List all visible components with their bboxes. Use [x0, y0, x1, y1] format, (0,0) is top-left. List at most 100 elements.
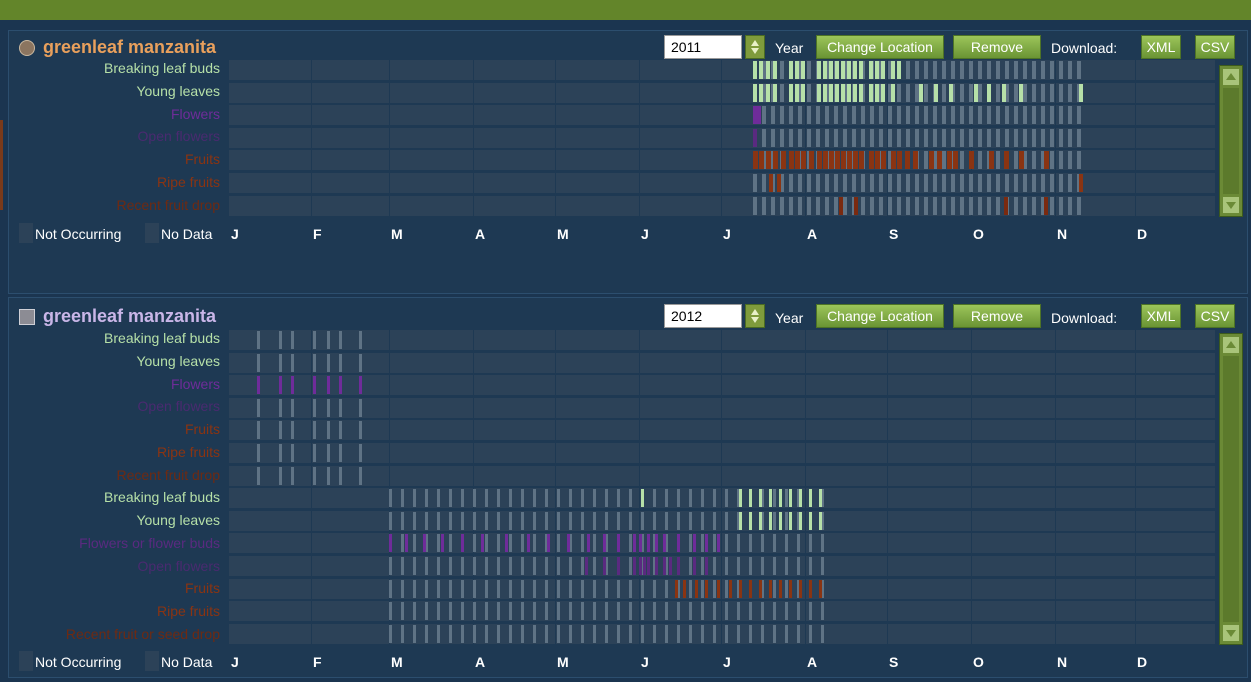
observation-bar[interactable]	[617, 625, 620, 643]
observation-bar[interactable]	[569, 580, 572, 598]
observation-bar[interactable]	[291, 354, 294, 372]
observation-bar[interactable]	[581, 625, 584, 643]
observation-bar[interactable]	[257, 399, 260, 417]
observation-bar[interactable]	[816, 106, 820, 124]
observation-bar[interactable]	[897, 174, 901, 192]
observation-bar[interactable]	[313, 376, 316, 394]
observation-bar[interactable]	[809, 489, 812, 507]
observation-bar[interactable]	[823, 84, 827, 102]
observation-bar[interactable]	[557, 625, 560, 643]
observation-bar[interactable]	[1041, 61, 1045, 79]
observation-bar[interactable]	[739, 489, 742, 507]
observation-bar[interactable]	[557, 602, 560, 620]
observation-bar[interactable]	[701, 625, 704, 643]
observation-bar[interactable]	[617, 534, 620, 552]
observation-bar[interactable]	[817, 84, 821, 102]
observation-bar[interactable]	[655, 534, 658, 552]
observation-bar[interactable]	[1041, 106, 1045, 124]
observation-bar[interactable]	[1050, 151, 1054, 169]
observation-bar[interactable]	[401, 512, 404, 530]
observation-bar[interactable]	[749, 534, 752, 552]
observation-bar[interactable]	[291, 376, 294, 394]
observation-bar[interactable]	[780, 61, 784, 79]
observation-bar[interactable]	[942, 151, 946, 169]
observation-bar[interactable]	[969, 129, 973, 147]
observation-bar[interactable]	[924, 84, 928, 102]
observation-bar[interactable]	[769, 174, 773, 192]
observation-bar[interactable]	[852, 106, 856, 124]
observation-bar[interactable]	[509, 534, 512, 552]
observation-bar[interactable]	[933, 197, 937, 215]
observation-bar[interactable]	[879, 106, 883, 124]
observation-bar[interactable]	[779, 512, 782, 530]
observation-bar[interactable]	[839, 197, 843, 215]
observation-bar[interactable]	[413, 512, 416, 530]
observation-bar[interactable]	[1041, 174, 1045, 192]
observation-bar[interactable]	[869, 151, 874, 169]
observation-bar[interactable]	[762, 129, 766, 147]
observation-bar[interactable]	[449, 512, 452, 530]
observation-bar[interactable]	[906, 106, 910, 124]
observation-bar[interactable]	[401, 625, 404, 643]
observation-bar[interactable]	[798, 197, 802, 215]
observation-bar[interactable]	[641, 489, 644, 507]
observation-bar[interactable]	[405, 534, 408, 552]
observation-bar[interactable]	[960, 61, 964, 79]
observation-bar[interactable]	[924, 61, 928, 79]
observation-bar[interactable]	[1050, 84, 1054, 102]
observation-bar[interactable]	[1079, 174, 1083, 192]
observation-bar[interactable]	[773, 61, 777, 79]
observation-bar[interactable]	[617, 557, 620, 575]
observation-bar[interactable]	[897, 106, 901, 124]
observation-bar[interactable]	[689, 580, 692, 598]
observation-bar[interactable]	[753, 151, 758, 169]
observation-bar[interactable]	[996, 174, 1000, 192]
observation-bar[interactable]	[785, 625, 788, 643]
observation-bar[interactable]	[639, 534, 642, 552]
observation-bar[interactable]	[279, 376, 282, 394]
observation-bar[interactable]	[996, 129, 1000, 147]
observation-bar[interactable]	[1059, 61, 1063, 79]
observation-bar[interactable]	[313, 354, 316, 372]
observation-bar[interactable]	[924, 129, 928, 147]
observation-bar[interactable]	[665, 580, 668, 598]
observation-bar[interactable]	[545, 580, 548, 598]
observation-bar[interactable]	[497, 602, 500, 620]
observation-bar[interactable]	[749, 489, 752, 507]
observation-bar[interactable]	[629, 602, 632, 620]
observation-bar[interactable]	[1014, 197, 1018, 215]
observation-bar[interactable]	[799, 489, 802, 507]
observation-bar[interactable]	[461, 625, 464, 643]
observation-bar[interactable]	[725, 512, 728, 530]
observation-bar[interactable]	[327, 467, 330, 485]
observation-bar[interactable]	[327, 376, 330, 394]
observation-bar[interactable]	[937, 151, 942, 169]
observation-bar[interactable]	[629, 625, 632, 643]
observation-bar[interactable]	[449, 580, 452, 598]
observation-bar[interactable]	[891, 84, 895, 102]
observation-bar[interactable]	[960, 106, 964, 124]
observation-bar[interactable]	[996, 61, 1000, 79]
observation-bar[interactable]	[861, 197, 865, 215]
observation-bar[interactable]	[891, 151, 896, 169]
observation-bar[interactable]	[313, 444, 316, 462]
observation-bar[interactable]	[485, 534, 488, 552]
observation-bar[interactable]	[581, 557, 584, 575]
observation-bar[interactable]	[521, 602, 524, 620]
observation-bar[interactable]	[437, 625, 440, 643]
observation-bar[interactable]	[1044, 151, 1049, 169]
observation-bar[interactable]	[327, 444, 330, 462]
observation-bar[interactable]	[689, 602, 692, 620]
observation-bar[interactable]	[809, 512, 812, 530]
observation-bar[interactable]	[771, 106, 775, 124]
observation-bar[interactable]	[401, 580, 404, 598]
observation-bar[interactable]	[473, 625, 476, 643]
observation-bar[interactable]	[339, 399, 342, 417]
observation-bar[interactable]	[737, 534, 740, 552]
observation-bar[interactable]	[924, 106, 928, 124]
observation-bar[interactable]	[809, 602, 812, 620]
observation-bar[interactable]	[485, 512, 488, 530]
observation-bar[interactable]	[773, 602, 776, 620]
observation-bar[interactable]	[870, 174, 874, 192]
observation-bar[interactable]	[906, 84, 910, 102]
